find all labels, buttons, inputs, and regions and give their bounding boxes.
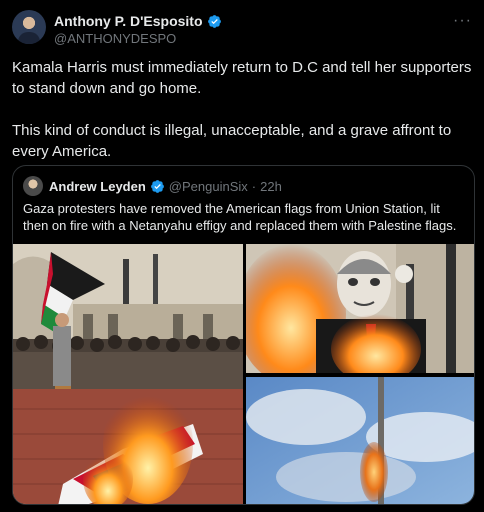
verified-badge-icon <box>207 14 221 28</box>
photo-burning-flagpole[interactable] <box>246 377 474 504</box>
quote-author-name[interactable]: Andrew Leyden <box>49 179 146 194</box>
tweet-body: Kamala Harris must immediately return to… <box>12 57 474 162</box>
photo-crowd-burning-flag[interactable] <box>13 244 243 504</box>
author-avatar[interactable] <box>12 10 46 44</box>
verified-badge-icon <box>150 179 164 193</box>
quoted-tweet[interactable]: Andrew Leyden @PenguinSix · 22h Gaza pro… <box>12 165 475 505</box>
ellipsis-icon[interactable]: ··· <box>453 12 472 30</box>
quote-author-handle[interactable]: @PenguinSix <box>169 179 248 194</box>
author-name-row: Anthony P. D'Esposito <box>54 13 222 29</box>
media-grid <box>13 244 474 504</box>
tweet-paragraph-2: This kind of conduct is illegal, unaccep… <box>12 122 452 160</box>
quote-text: Gaza protesters have removed the America… <box>23 201 457 233</box>
photo-burning-effigy[interactable] <box>246 244 474 373</box>
quote-author-avatar[interactable] <box>23 176 43 196</box>
separator-dot: · <box>251 178 257 194</box>
quote-timestamp[interactable]: 22h <box>260 179 282 194</box>
author-name[interactable]: Anthony P. D'Esposito <box>54 13 203 29</box>
author-handle[interactable]: @ANTHONYDESPO <box>54 31 176 46</box>
tweet-paragraph-1: Kamala Harris must immediately return to… <box>12 59 472 97</box>
tweet-header: Anthony P. D'Esposito @ANTHONYDESPO ··· <box>12 8 472 48</box>
quote-header: Andrew Leyden @PenguinSix · 22h <box>23 176 282 196</box>
